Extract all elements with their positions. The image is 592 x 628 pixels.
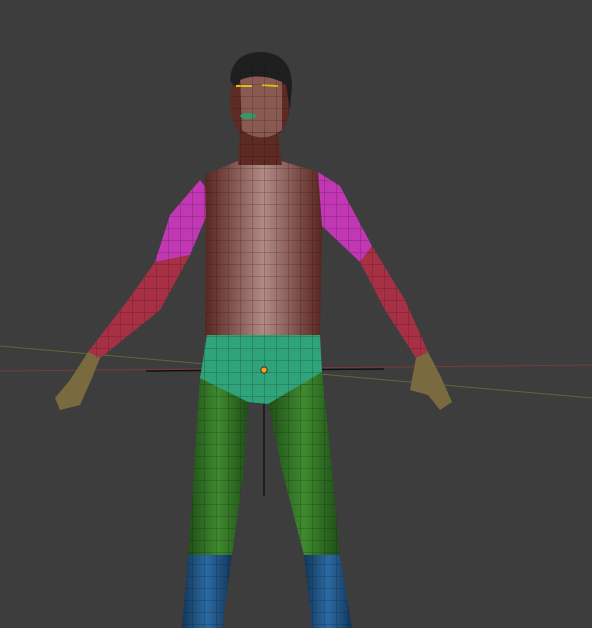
wireframe-overlay (88, 60, 428, 628)
3d-viewport[interactable] (0, 0, 592, 628)
scene-canvas[interactable] (0, 0, 592, 628)
right-hand (410, 352, 452, 410)
origin-dot-icon[interactable] (260, 366, 268, 374)
character-mesh[interactable] (55, 52, 452, 628)
left-hand (55, 352, 100, 410)
